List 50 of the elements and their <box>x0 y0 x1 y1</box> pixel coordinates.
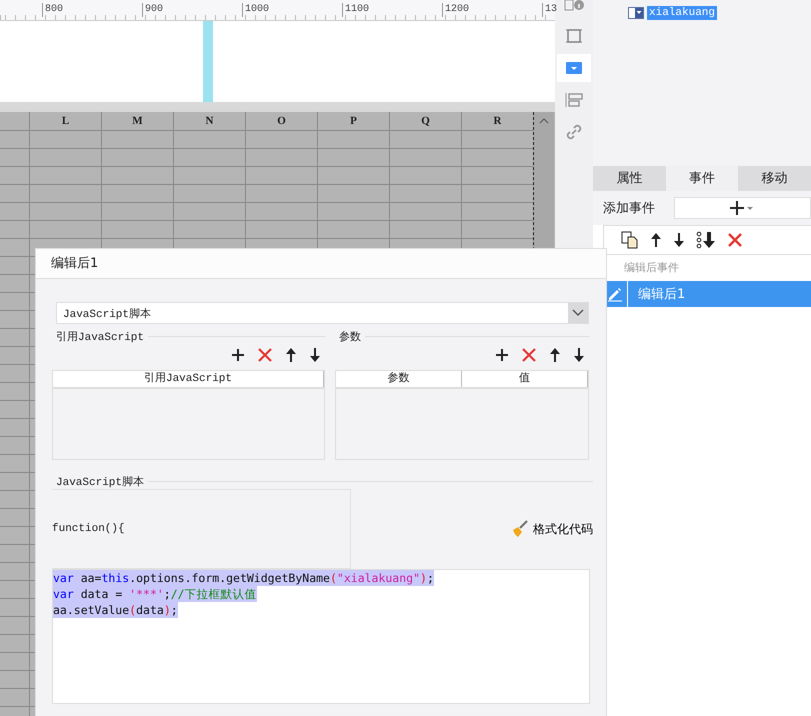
column-header: 参数 <box>336 371 462 387</box>
function-header: function(){ <box>52 523 125 535</box>
tab[interactable]: 移动 <box>738 166 811 191</box>
ruler-label: 1000 <box>242 3 270 17</box>
layers-icon[interactable] <box>565 92 583 108</box>
broom-icon <box>511 520 529 538</box>
delete-icon[interactable] <box>522 348 536 362</box>
arrow-down-icon[interactable] <box>673 232 685 248</box>
pencil-icon[interactable] <box>607 286 623 302</box>
copy-icon[interactable] <box>621 231 639 249</box>
ruler-label: 900 <box>142 3 164 17</box>
tab[interactable]: 属性 <box>593 166 666 191</box>
delete-icon[interactable] <box>727 232 743 248</box>
arrow-down-icon[interactable] <box>574 348 584 362</box>
arrow-up-icon[interactable] <box>650 232 662 248</box>
ruler-label: 1200 <box>442 3 470 17</box>
dropdown-widget-icon <box>628 7 644 19</box>
arrow-up-icon[interactable] <box>550 348 560 362</box>
section-title: 引用JavaScript <box>55 330 144 344</box>
section-title: JavaScript脚本 <box>55 475 144 489</box>
column-header: P <box>318 112 390 131</box>
add-event-label: 添加事件 <box>603 200 656 217</box>
ruler-label: 800 <box>42 3 64 17</box>
link-icon[interactable] <box>566 124 582 140</box>
format-code-button[interactable]: 格式化代码 <box>511 520 593 538</box>
column-header: 引用JavaScript <box>53 371 324 387</box>
column-header: N <box>174 112 246 131</box>
script-type-select[interactable]: JavaScript脚本 <box>56 302 589 324</box>
section-title: 参数 <box>338 330 361 344</box>
column-header: M <box>102 112 174 131</box>
plus-icon <box>730 201 754 215</box>
frame-icon[interactable] <box>565 27 583 45</box>
code-editor[interactable]: var aa=this.options.form.getWidgetByName("xialakuang"); var data = '***';//下拉框默认值 aa.setValue(data); <box>52 569 590 704</box>
add-icon[interactable] <box>232 349 244 361</box>
column-header: Q <box>390 112 462 131</box>
add-icon[interactable] <box>496 349 508 361</box>
info-icon[interactable] <box>564 0 584 12</box>
move-to-bottom-icon[interactable] <box>696 231 716 249</box>
arrow-down-icon[interactable] <box>310 348 320 362</box>
dialog-title: 编辑后1 <box>36 249 606 279</box>
dropdown-widget-icon[interactable] <box>566 62 582 74</box>
tab[interactable]: 事件 <box>666 166 738 191</box>
column-header: L <box>30 112 102 131</box>
column-header: 值 <box>462 371 588 387</box>
scroll-up-icon[interactable] <box>539 118 549 124</box>
arrow-up-icon[interactable] <box>286 348 296 362</box>
delete-icon[interactable] <box>258 348 272 362</box>
chevron-down-icon[interactable] <box>572 309 584 317</box>
column-header: O <box>246 112 318 131</box>
ruler-label: 1100 <box>342 3 370 17</box>
